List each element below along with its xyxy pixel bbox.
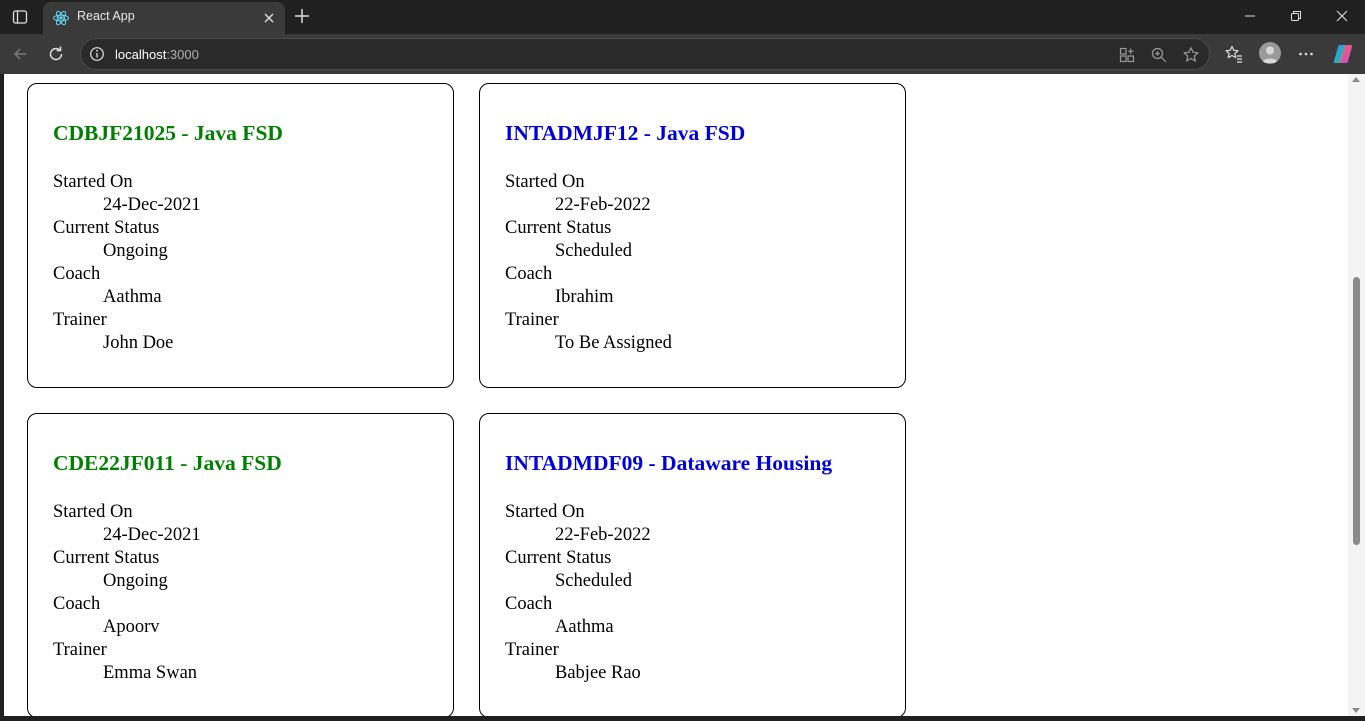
current-status-value: Ongoing bbox=[103, 241, 168, 261]
trainer-label: Trainer bbox=[505, 640, 559, 660]
started-on-value: 22-Feb-2022 bbox=[555, 195, 651, 215]
favorite-star-icon[interactable] bbox=[1182, 46, 1200, 64]
cohort-card: CDE22JF011 - Java FSD Started On 24-Dec-… bbox=[27, 413, 454, 716]
current-status-value: Scheduled bbox=[555, 571, 633, 591]
started-on-value: 22-Feb-2022 bbox=[555, 525, 651, 545]
scrollbar-thumb[interactable] bbox=[1353, 277, 1360, 545]
vertical-scrollbar[interactable] bbox=[1348, 74, 1365, 716]
close-window-icon[interactable] bbox=[1319, 0, 1365, 32]
trainer-label: Trainer bbox=[53, 640, 107, 660]
cohort-card: CDBJF21025 - Java FSD Started On 24-Dec-… bbox=[27, 83, 454, 388]
started-on-label: Started On bbox=[505, 502, 585, 522]
cohort-card: INTADMJF12 - Java FSD Started On 22-Feb-… bbox=[479, 83, 906, 388]
tab-title: React App bbox=[77, 9, 135, 23]
current-status-label: Current Status bbox=[53, 548, 160, 568]
browser-toolbar: localhost:3000 bbox=[0, 34, 1365, 74]
cohort-card: INTADMDF09 - Dataware Housing Started On… bbox=[479, 413, 906, 716]
cohort-title: CDBJF21025 - Java FSD bbox=[53, 121, 283, 145]
started-on-value: 24-Dec-2021 bbox=[103, 195, 201, 215]
url-host: localhost bbox=[115, 47, 167, 62]
close-tab-icon[interactable] bbox=[261, 10, 277, 26]
cohort-details: Started On 24-Dec-2021 Current Status On… bbox=[53, 171, 201, 355]
copilot-icon[interactable] bbox=[1332, 43, 1354, 65]
tab-actions-icon[interactable] bbox=[8, 6, 32, 28]
trainer-value: Babjee Rao bbox=[555, 663, 641, 683]
new-tab-icon[interactable] bbox=[291, 5, 313, 27]
cohort-title: INTADMDF09 - Dataware Housing bbox=[505, 451, 833, 475]
trainer-value: John Doe bbox=[103, 333, 174, 353]
app-available-icon[interactable] bbox=[1118, 46, 1136, 64]
profile-avatar[interactable] bbox=[1259, 42, 1281, 64]
coach-value: Aathma bbox=[555, 617, 614, 637]
scroll-down-arrow-icon[interactable] bbox=[1352, 708, 1360, 713]
more-options-icon[interactable] bbox=[1295, 43, 1317, 65]
coach-label: Coach bbox=[53, 264, 101, 284]
cohort-details: Started On 24-Dec-2021 Current Status On… bbox=[53, 501, 201, 685]
trainer-value: Emma Swan bbox=[103, 663, 198, 683]
scroll-up-arrow-icon[interactable] bbox=[1352, 77, 1360, 82]
site-info-icon[interactable] bbox=[89, 46, 105, 62]
started-on-value: 24-Dec-2021 bbox=[103, 525, 201, 545]
url-port: :3000 bbox=[166, 47, 199, 62]
trainer-value: To Be Assigned bbox=[555, 333, 672, 353]
minimize-icon[interactable] bbox=[1227, 0, 1273, 32]
user-icon bbox=[1262, 46, 1278, 63]
react-logo-icon bbox=[52, 9, 70, 27]
coach-label: Coach bbox=[505, 264, 553, 284]
coach-value: Apoorv bbox=[103, 617, 160, 637]
back-icon[interactable] bbox=[9, 43, 31, 65]
zoom-icon[interactable] bbox=[1150, 46, 1168, 64]
coach-label: Coach bbox=[505, 594, 553, 614]
started-on-label: Started On bbox=[53, 502, 133, 522]
url-text: localhost:3000 bbox=[115, 47, 199, 62]
trainer-label: Trainer bbox=[53, 310, 107, 330]
restore-icon[interactable] bbox=[1273, 0, 1319, 32]
title-bar: React App bbox=[0, 0, 1365, 34]
coach-label: Coach bbox=[53, 594, 101, 614]
favorites-icon[interactable] bbox=[1223, 43, 1245, 65]
current-status-label: Current Status bbox=[53, 218, 160, 238]
current-status-label: Current Status bbox=[505, 548, 612, 568]
tab-react-app[interactable]: React App bbox=[43, 2, 285, 34]
current-status-value: Ongoing bbox=[103, 571, 168, 591]
current-status-label: Current Status bbox=[505, 218, 612, 238]
cohort-details: Started On 22-Feb-2022 Current Status Sc… bbox=[505, 171, 672, 355]
current-status-value: Scheduled bbox=[555, 241, 633, 261]
coach-value: Aathma bbox=[103, 287, 162, 307]
page-viewport: CDBJF21025 - Java FSD Started On 24-Dec-… bbox=[4, 74, 1348, 716]
coach-value: Ibrahim bbox=[555, 287, 614, 307]
refresh-icon[interactable] bbox=[45, 43, 67, 65]
started-on-label: Started On bbox=[505, 172, 585, 192]
cohort-title: INTADMJF12 - Java FSD bbox=[505, 121, 746, 145]
address-bar[interactable]: localhost:3000 bbox=[80, 38, 1210, 70]
trainer-label: Trainer bbox=[505, 310, 559, 330]
cohort-details: Started On 22-Feb-2022 Current Status Sc… bbox=[505, 501, 651, 685]
cohort-title: CDE22JF011 - Java FSD bbox=[53, 451, 282, 475]
started-on-label: Started On bbox=[53, 172, 133, 192]
